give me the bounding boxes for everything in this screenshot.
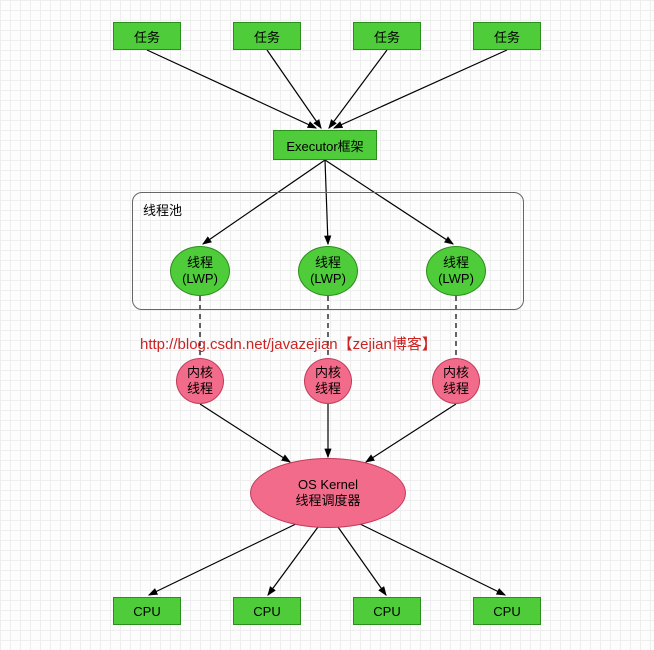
- watermark-tag: 【zejian博客】: [338, 336, 437, 353]
- cpu-label: CPU: [253, 604, 280, 619]
- os-kernel-scheduler: OS Kernel 线程调度器: [250, 458, 406, 528]
- watermark-url: http://blog.csdn.net/javazejian: [140, 336, 338, 353]
- os-kernel-line2: 线程调度器: [295, 493, 360, 509]
- task-box-1: 任务: [113, 22, 181, 50]
- thread-pool-label: 线程池: [143, 200, 182, 219]
- cpu-box-1: CPU: [113, 597, 181, 625]
- cpu-label: CPU: [493, 604, 520, 619]
- task-label: 任务: [494, 27, 520, 46]
- executor-box: Executor框架: [273, 130, 377, 160]
- task-label: 任务: [254, 27, 280, 46]
- thread-lwp-3: 线程 (LWP): [426, 246, 486, 296]
- cpu-label: CPU: [373, 604, 400, 619]
- cpu-label: CPU: [133, 604, 160, 619]
- thread-lwp-1: 线程 (LWP): [170, 246, 230, 296]
- kernel-thread-1: 内核 线程: [176, 358, 224, 404]
- cpu-box-3: CPU: [353, 597, 421, 625]
- thread-lwp-2: 线程 (LWP): [298, 246, 358, 296]
- cpu-box-4: CPU: [473, 597, 541, 625]
- kernel-thread-3: 内核 线程: [432, 358, 480, 404]
- thread-label: 线程 (LWP): [182, 255, 218, 286]
- task-label: 任务: [134, 27, 160, 46]
- watermark-text: http://blog.csdn.net/javazejian【zejian博客…: [140, 333, 437, 354]
- executor-label: Executor框架: [286, 136, 363, 155]
- thread-label: 线程 (LWP): [310, 255, 346, 286]
- kernel-thread-label: 内核 线程: [187, 365, 213, 396]
- task-box-4: 任务: [473, 22, 541, 50]
- task-label: 任务: [374, 27, 400, 46]
- cpu-box-2: CPU: [233, 597, 301, 625]
- os-kernel-line1: OS Kernel: [298, 477, 358, 493]
- task-box-3: 任务: [353, 22, 421, 50]
- thread-label: 线程 (LWP): [438, 255, 474, 286]
- kernel-thread-label: 内核 线程: [443, 365, 469, 396]
- arrows-layer: [0, 0, 654, 650]
- kernel-thread-2: 内核 线程: [304, 358, 352, 404]
- task-box-2: 任务: [233, 22, 301, 50]
- kernel-thread-label: 内核 线程: [315, 365, 341, 396]
